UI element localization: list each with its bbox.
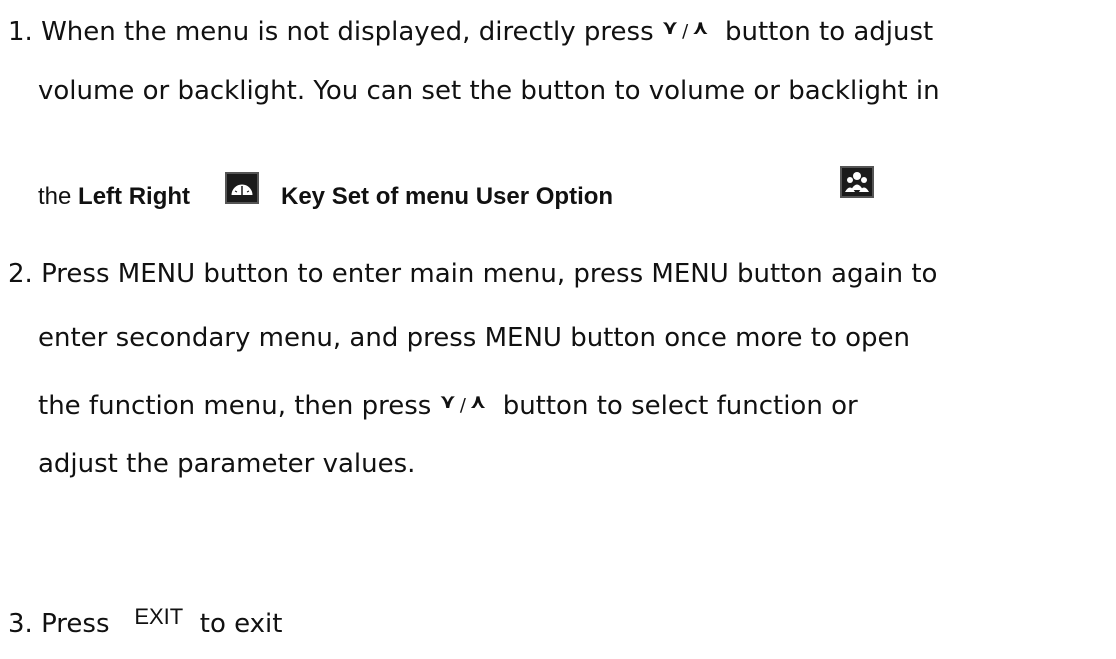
- down-arrow-icon: ⋎: [439, 389, 456, 413]
- step-1-line-2: volume or backlight. You can set the but…: [38, 74, 940, 108]
- users-icon: [840, 166, 874, 198]
- step-2-line-1: 2. Press MENU button to enter main menu,…: [8, 257, 937, 291]
- step-text: to exit: [199, 609, 283, 639]
- left-right-label: Left Right: [78, 183, 191, 210]
- down-arrow-icon: ⋎: [661, 15, 679, 39]
- step-2-line-4: adjust the parameter values.: [38, 447, 415, 481]
- step-text: When the menu is not displayed, directly…: [41, 17, 654, 47]
- step-number: 2.: [8, 259, 33, 289]
- step-text: button to adjust: [724, 17, 934, 47]
- step-1-line-3: the Left Right: [38, 180, 190, 214]
- step-2-line-2: enter secondary menu, and press MENU but…: [38, 321, 910, 355]
- gauge-icon: [225, 172, 259, 204]
- step-number: 1.: [8, 17, 33, 47]
- step-3-line-1: 3. Press EXIT to exit: [8, 600, 282, 641]
- up-arrow-icon: ⋏: [692, 15, 709, 39]
- separator: /: [682, 21, 689, 42]
- step-1-line-3b: Key Set of menu User Option: [281, 180, 613, 214]
- step-number: 3.: [8, 609, 33, 639]
- separator: /: [459, 395, 466, 416]
- step-text: button to select function or: [502, 391, 858, 421]
- step-text: the: [38, 183, 72, 210]
- up-arrow-icon: ⋏: [469, 389, 487, 413]
- step-text: volume or backlight. You can set the but…: [38, 76, 940, 106]
- step-2-line-3: the function menu, then press ⋎ / ⋏ button…: [38, 384, 858, 423]
- step-1-line-1: 1. When the menu is not displayed, direc…: [8, 10, 933, 49]
- step-text: Press: [41, 609, 110, 639]
- step-text: adjust the parameter values.: [38, 449, 416, 479]
- key-set-label: Key Set of menu User Option: [281, 183, 614, 210]
- exit-label: EXIT: [134, 604, 184, 629]
- step-text: enter secondary menu, and press MENU but…: [38, 323, 911, 353]
- step-text: the function menu, then press: [38, 391, 432, 421]
- step-text: Press MENU button to enter main menu, pr…: [41, 259, 938, 289]
